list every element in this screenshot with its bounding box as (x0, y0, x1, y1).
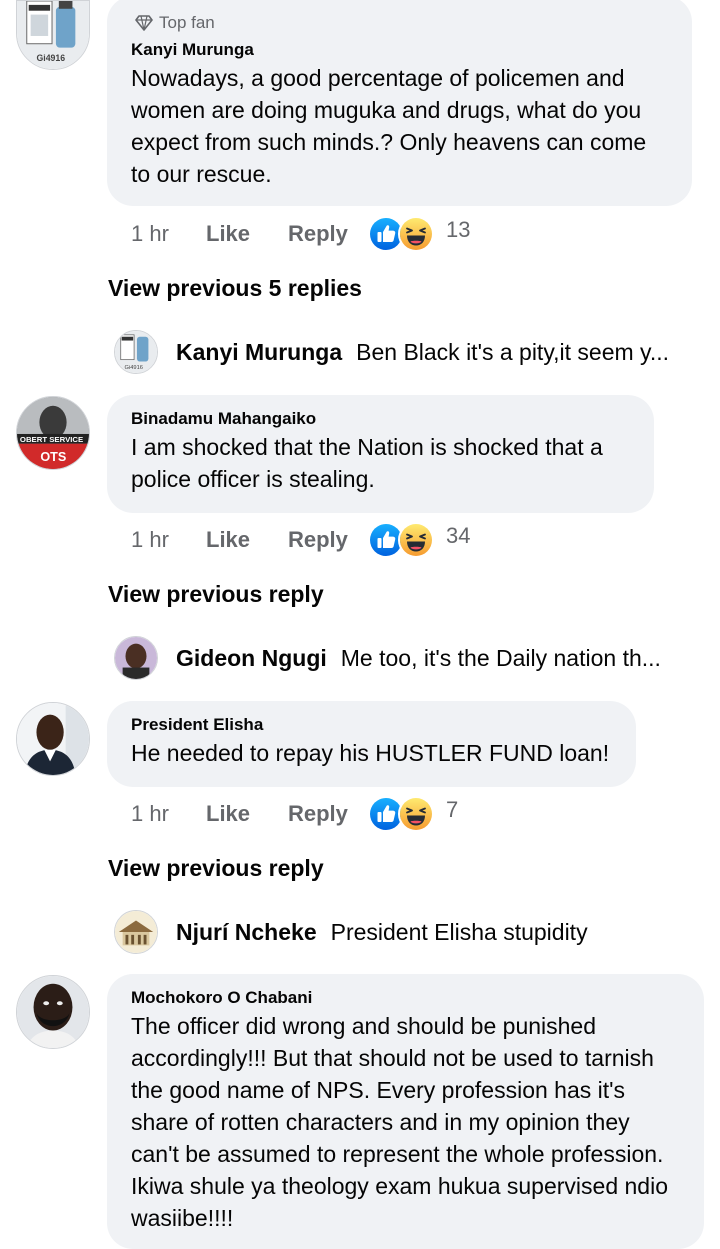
reply-preview[interactable]: Njurí Ncheke President Elisha stupidity (114, 910, 704, 954)
haha-reaction-icon (398, 796, 434, 832)
comment-author[interactable]: Mochokoro O Chabani (131, 988, 682, 1008)
svg-text:OTS: OTS (40, 450, 66, 464)
comment-actions: 1 hr Like Reply 34 (131, 522, 470, 558)
view-previous-replies-link[interactable]: View previous reply (108, 581, 324, 608)
reply-avatar[interactable]: Gi4916 (114, 330, 158, 374)
avatar-image-icon: OBERT SERVICE OTS (17, 397, 89, 469)
diamond-icon (135, 15, 153, 31)
haha-reaction-icon (398, 522, 434, 558)
avatar-image-icon (17, 976, 89, 1048)
comment-bubble: President Elisha He needed to repay his … (107, 701, 636, 787)
reply-preview[interactable]: Gi4916 Kanyi Murunga Ben Black it's a pi… (114, 330, 704, 374)
view-previous-replies-link[interactable]: View previous 5 replies (108, 275, 362, 302)
avatar-image-icon: Gi4916 (115, 331, 157, 373)
avatar[interactable]: Gi4916 (16, 0, 90, 70)
comment-bubble: Mochokoro O Chabani The officer did wron… (107, 974, 704, 1249)
top-fan-label: Top fan (159, 13, 215, 32)
comment-time[interactable]: 1 hr (131, 801, 206, 827)
reply-author[interactable]: Njurí Ncheke (176, 919, 317, 946)
svg-text:OBERT SERVICE: OBERT SERVICE (20, 435, 83, 444)
comment-bubble: Top fan Kanyi Murunga Nowadays, a good p… (107, 0, 692, 206)
avatar-image-icon (115, 637, 157, 679)
comment-time[interactable]: 1 hr (131, 221, 206, 247)
svg-text:Gi4916: Gi4916 (125, 365, 143, 371)
comment-text: He needed to repay his HUSTLER FUND loan… (131, 740, 610, 766)
reactions-summary[interactable]: 7 (368, 796, 458, 832)
avatar[interactable]: OBERT SERVICE OTS (16, 396, 90, 470)
comment-actions: 1 hr Like Reply 13 (131, 216, 470, 252)
reply-author[interactable]: Kanyi Murunga (176, 339, 342, 366)
comment-author[interactable]: President Elisha (131, 715, 614, 735)
comment-author[interactable]: Binadamu Mahangaiko (131, 409, 632, 429)
reactions-summary[interactable]: 34 (368, 522, 470, 558)
reply-author[interactable]: Gideon Ngugi (176, 645, 327, 672)
haha-reaction-icon (398, 216, 434, 252)
reactions-summary[interactable]: 13 (368, 216, 470, 252)
avatar-image-icon (115, 911, 157, 953)
reaction-count: 13 (446, 217, 471, 242)
comment-author[interactable]: Kanyi Murunga (131, 40, 670, 60)
reply-text: Me too, it's the Daily nation th... (340, 644, 661, 671)
reply-button[interactable]: Reply (288, 801, 368, 827)
comment-actions: 1 hr Like Reply 7 (131, 796, 458, 832)
svg-text:Gi4916: Gi4916 (36, 53, 65, 63)
avatar-image-icon: Gi4916 (17, 1, 89, 69)
like-button[interactable]: Like (206, 801, 288, 827)
view-previous-replies-link[interactable]: View previous reply (108, 855, 324, 882)
comment-text: I am shocked that the Nation is shocked … (131, 434, 603, 492)
comment-time[interactable]: 1 hr (131, 527, 206, 553)
comment-text: The officer did wrong and should be puni… (131, 1013, 668, 1231)
reply-text: Ben Black it's a pity,it seem y... (356, 338, 669, 365)
reply-avatar[interactable] (114, 636, 158, 680)
reply-text: President Elisha stupidity (330, 918, 588, 945)
like-button[interactable]: Like (206, 221, 288, 247)
avatar[interactable] (16, 702, 90, 776)
reaction-count: 34 (446, 523, 471, 548)
reaction-count: 7 (446, 797, 459, 822)
like-button[interactable]: Like (206, 527, 288, 553)
avatar[interactable] (16, 975, 90, 1049)
avatar-image-icon (17, 703, 89, 775)
comment-text: Nowadays, a good percentage of policemen… (131, 65, 647, 187)
comment-bubble: Binadamu Mahangaiko I am shocked that th… (107, 395, 654, 513)
top-fan-badge: Top fan (135, 12, 670, 34)
reply-preview[interactable]: Gideon Ngugi Me too, it's the Daily nati… (114, 636, 704, 680)
reply-avatar[interactable] (114, 910, 158, 954)
reply-button[interactable]: Reply (288, 221, 368, 247)
reply-button[interactable]: Reply (288, 527, 368, 553)
